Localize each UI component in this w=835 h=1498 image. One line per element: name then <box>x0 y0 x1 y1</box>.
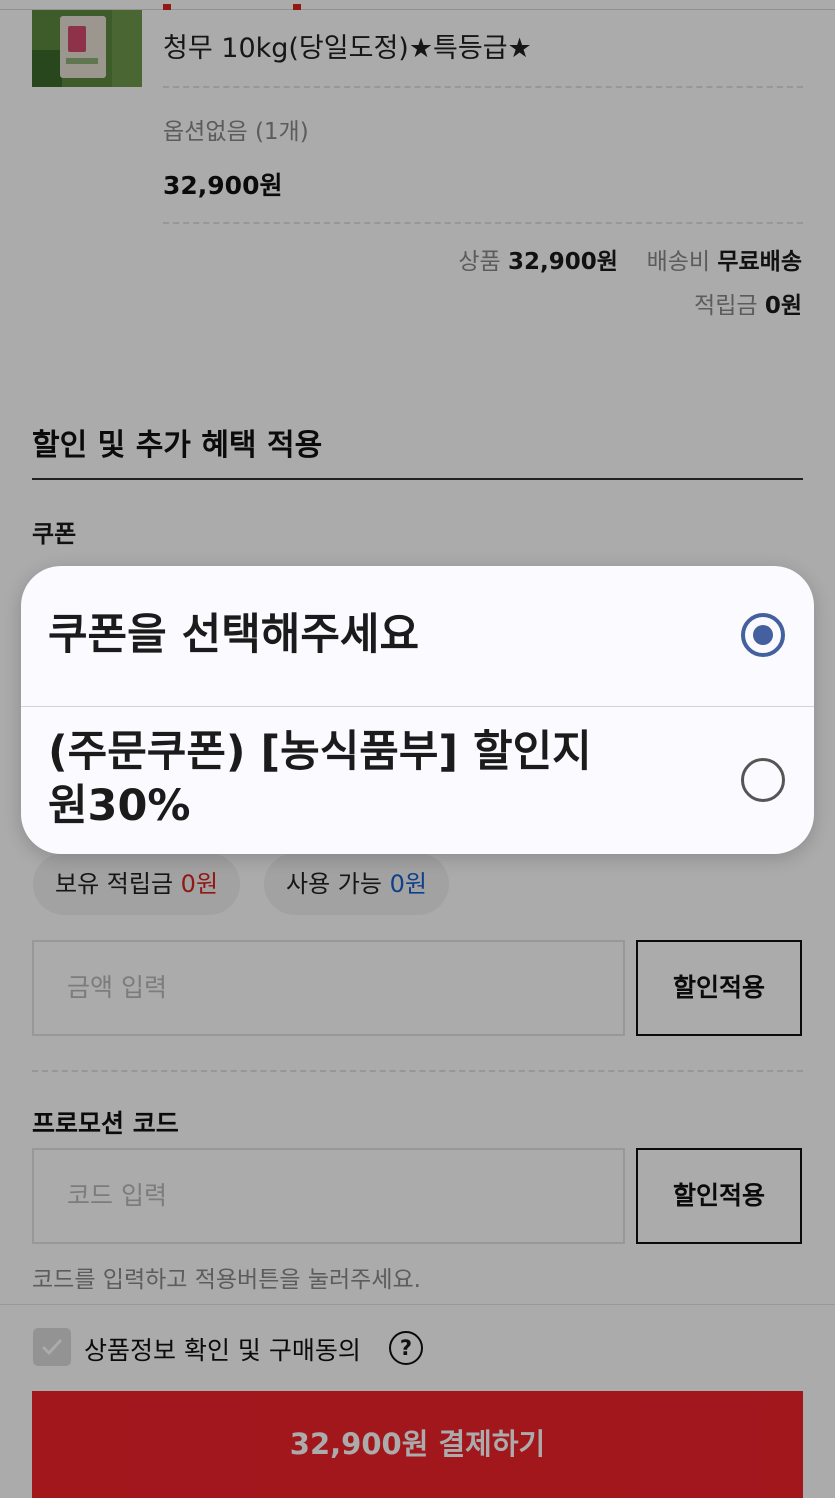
coupon-option-discount30[interactable]: (주문쿠폰) [농식품부] 할인지원30% <box>21 707 814 854</box>
coupon-select-popup: 쿠폰을 선택해주세요 (주문쿠폰) [농식품부] 할인지원30% <box>21 566 814 854</box>
radio-unselected-icon[interactable] <box>741 758 785 802</box>
coupon-option-none[interactable]: 쿠폰을 선택해주세요 <box>21 566 814 706</box>
radio-selected-icon[interactable] <box>741 613 785 657</box>
coupon-option-label: (주문쿠폰) [농식품부] 할인지원30% <box>48 727 592 831</box>
coupon-option-label: 쿠폰을 선택해주세요 <box>48 610 420 660</box>
